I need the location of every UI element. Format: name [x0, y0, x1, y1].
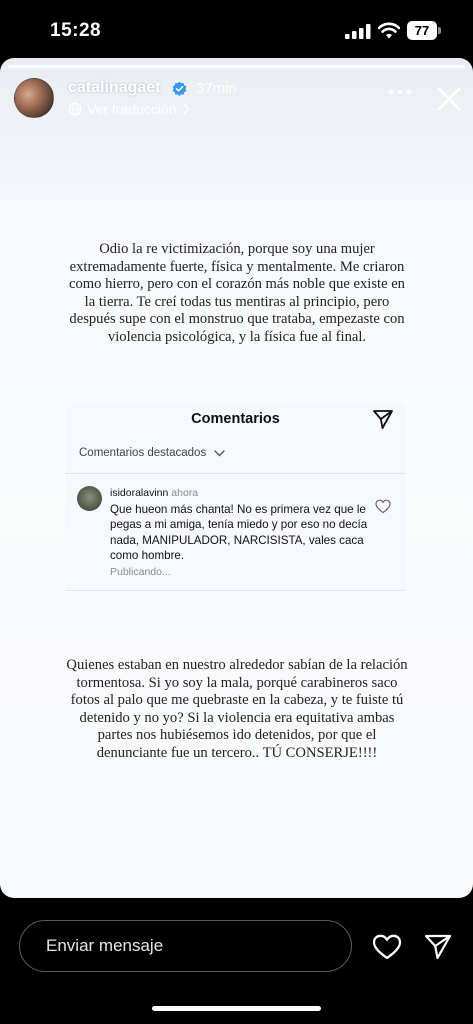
featured-comments-filter: Comentarios destacados: [79, 447, 225, 459]
profile-avatar[interactable]: [14, 78, 54, 118]
chevron-right-icon: [182, 103, 190, 115]
chevron-down-icon: [214, 449, 225, 456]
share-paper-plane-icon[interactable]: [424, 934, 452, 960]
comment-text: Que hueon más chanta! No es primera vez …: [110, 503, 368, 563]
more-options-icon[interactable]: [388, 88, 412, 96]
like-story-heart-icon[interactable]: [372, 934, 402, 960]
translate-icon: [68, 102, 82, 116]
wifi-icon: [378, 22, 400, 39]
comments-header: Comentarios: [65, 403, 406, 441]
battery-level: 77: [407, 21, 437, 40]
comment-time: ahora: [171, 487, 199, 499]
home-indicator: [152, 1006, 321, 1011]
send-message-input[interactable]: Enviar mensaje: [19, 920, 352, 972]
comment-status: Publicando...: [110, 566, 171, 578]
see-translation-label: Ver traducción: [87, 101, 177, 117]
featured-comments-label: Comentarios destacados: [79, 447, 207, 459]
battery-icon: 77: [407, 21, 441, 40]
story-time-ago: 37min: [196, 80, 237, 97]
comment-username-line: isidoralavinn ahora: [110, 487, 198, 499]
close-icon[interactable]: [436, 86, 462, 112]
story-progress-bar: [8, 65, 465, 68]
heart-icon: [375, 499, 391, 514]
story-card[interactable]: catalinagaet 37min Ver traducción Odio l…: [0, 58, 473, 898]
cellular-signal-icon: [345, 24, 371, 39]
send-message-placeholder: Enviar mensaje: [46, 936, 164, 955]
reply-bar: Enviar mensaje: [0, 900, 473, 1024]
story-username[interactable]: catalinagaet: [68, 79, 160, 97]
comments-screenshot: Comentarios Comentarios destacados isido…: [65, 403, 406, 591]
verified-badge-icon: [172, 81, 187, 96]
paper-plane-icon: [373, 410, 393, 429]
see-translation-link[interactable]: Ver traducción: [68, 100, 190, 118]
status-bar: 15:28 77: [0, 0, 473, 62]
comment-username: isidoralavinn: [110, 487, 169, 499]
story-text-bottom: Quienes estaban en nuestro alrededor sab…: [66, 657, 408, 761]
comments-title: Comentarios: [191, 411, 280, 427]
comment-avatar: [77, 486, 102, 511]
story-text-top: Odio la re victimización, porque soy una…: [69, 241, 405, 345]
status-time: 15:28: [50, 20, 102, 41]
